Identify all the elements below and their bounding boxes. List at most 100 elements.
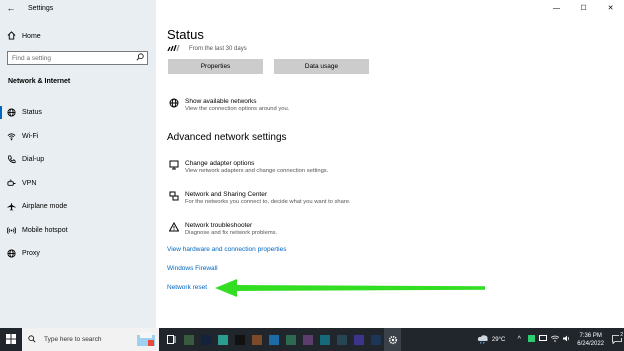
cloud-rain-icon: [477, 334, 489, 346]
display-icon[interactable]: [538, 335, 548, 344]
app-icon-2[interactable]: [197, 328, 214, 351]
notification-center-button[interactable]: 2: [610, 328, 624, 351]
app-icon-8[interactable]: [299, 328, 316, 351]
taskbar-search-text: Type here to search: [44, 336, 102, 343]
sidebar-item-label: Dial-up: [22, 156, 45, 164]
phone-icon: [0, 155, 22, 164]
app-tray-icon[interactable]: [526, 335, 536, 344]
clock-date: 6/24/2022: [577, 340, 604, 347]
maximize-button[interactable]: ☐: [570, 0, 597, 16]
annotation-arrow: [215, 279, 485, 297]
globe-icon: [0, 108, 22, 117]
search-icon: [28, 334, 36, 345]
clock-time: 7:36 PM: [579, 332, 602, 339]
page-title: Status: [167, 27, 204, 42]
news-widget-icon[interactable]: [135, 330, 157, 349]
network-icon: [168, 191, 180, 201]
sidebar-item-status[interactable]: Status: [0, 101, 156, 125]
sidebar-item-label: Proxy: [22, 250, 40, 258]
hotspot-icon: [0, 226, 22, 235]
taskbar-search-box[interactable]: Type here to search: [22, 328, 159, 351]
vpn-icon: [0, 179, 22, 188]
back-button[interactable]: ←: [0, 0, 22, 16]
sharing-desc: For the networks you connect to, decide …: [185, 199, 351, 205]
sidebar-item-wifi[interactable]: Wi-Fi: [0, 125, 156, 149]
wifi-icon: [0, 132, 22, 141]
app-icon-4[interactable]: [231, 328, 248, 351]
back-arrow-icon: ←: [6, 3, 16, 13]
settings-gear-icon[interactable]: [384, 328, 401, 351]
sidebar-item-airplane-mode[interactable]: Airplane mode: [0, 195, 156, 219]
app-icon-12[interactable]: [367, 328, 384, 351]
search-icon[interactable]: [133, 53, 147, 63]
close-button[interactable]: ✕: [597, 0, 624, 16]
sidebar-item-label: Status: [22, 109, 42, 117]
sidebar-nav: Status Wi-Fi Dial-up VPN Airplane mode M…: [0, 101, 156, 266]
title-bar: ← Settings: [0, 0, 156, 16]
task-view-icon[interactable]: [163, 328, 180, 351]
network-sharing-center[interactable]: Network and Sharing Center For the netwo…: [168, 191, 351, 205]
app-icon-11[interactable]: [350, 328, 367, 351]
troubleshooter-title: Network troubleshooter: [185, 222, 253, 229]
minimize-button[interactable]: —: [543, 0, 570, 16]
app-icon-3[interactable]: [214, 328, 231, 351]
sharing-title: Network and Sharing Center: [185, 191, 268, 198]
data-usage-button[interactable]: Data usage: [274, 59, 369, 74]
app-icon-1[interactable]: [180, 328, 197, 351]
weather-temp: 29°C: [491, 336, 506, 343]
change-adapter-options[interactable]: Change adapter options View network adap…: [168, 160, 328, 174]
show-networks-title: Show available networks: [185, 98, 257, 105]
volume-icon[interactable]: [562, 335, 572, 344]
airplane-icon: [0, 202, 22, 211]
section-title: Network & Internet: [8, 78, 71, 85]
signal-bars-icon: [167, 44, 181, 53]
chevron-up-icon[interactable]: ^: [514, 336, 524, 343]
show-available-networks[interactable]: Show available networks View the connect…: [168, 98, 289, 112]
sidebar-item-label: Wi-Fi: [22, 132, 39, 140]
sidebar-item-label: VPN: [22, 179, 37, 187]
app-icon-6[interactable]: [265, 328, 282, 351]
adapter-desc: View network adapters and change connect…: [185, 168, 329, 174]
sidebar-item-proxy[interactable]: Proxy: [0, 242, 156, 266]
home-nav-item[interactable]: Home: [0, 28, 156, 44]
properties-button[interactable]: Properties: [168, 59, 263, 74]
settings-search-input[interactable]: Find a setting: [7, 51, 148, 65]
monitor-icon: [168, 160, 180, 170]
network-reset-link[interactable]: Network reset: [167, 284, 207, 291]
data-period-row: From the last 30 days: [167, 44, 247, 53]
show-networks-desc: View the connection options around you.: [185, 106, 290, 112]
sidebar-item-label: Mobile hotspot: [22, 226, 68, 234]
globe-icon: [0, 249, 22, 258]
app-icon-5[interactable]: [248, 328, 265, 351]
sidebar-item-mobile-hotspot[interactable]: Mobile hotspot: [0, 219, 156, 243]
network-troubleshooter[interactable]: Network troubleshooter Diagnose and fix …: [168, 222, 277, 236]
data-period-text: From the last 30 days: [189, 46, 247, 52]
window-title: Settings: [28, 4, 54, 12]
adapter-title: Change adapter options: [185, 160, 255, 167]
sidebar-item-dial-up[interactable]: Dial-up: [0, 148, 156, 172]
globe-icon: [168, 98, 180, 108]
taskbar: Type here to search 29°C ^ 7:36 PM 6/24/…: [0, 328, 624, 351]
notification-icon: 2: [612, 332, 624, 345]
clock[interactable]: 7:36 PM 6/24/2022: [577, 332, 604, 348]
app-icon-10[interactable]: [333, 328, 350, 351]
app-icon-9[interactable]: [316, 328, 333, 351]
advanced-settings-heading: Advanced network settings: [167, 132, 287, 143]
home-icon: [0, 30, 22, 42]
windows-firewall-link[interactable]: Windows Firewall: [167, 265, 218, 272]
sidebar: ← Settings Home Find a setting Network &…: [0, 0, 156, 328]
search-placeholder: Find a setting: [12, 54, 52, 62]
notification-count: 2: [619, 332, 624, 338]
home-label: Home: [22, 32, 41, 40]
troubleshooter-desc: Diagnose and fix network problems.: [185, 230, 278, 236]
hardware-properties-link[interactable]: View hardware and connection properties: [167, 246, 286, 253]
taskbar-pinned-apps: [163, 328, 401, 351]
window-controls: — ☐ ✕: [543, 0, 624, 16]
system-tray: 29°C ^ 7:36 PM 6/24/2022 2: [477, 328, 624, 351]
sidebar-item-label: Airplane mode: [22, 203, 68, 211]
start-button[interactable]: [0, 328, 22, 351]
app-icon-7[interactable]: [282, 328, 299, 351]
weather-widget[interactable]: 29°C: [477, 334, 505, 346]
network-tray-icon[interactable]: [550, 335, 560, 344]
sidebar-item-vpn[interactable]: VPN: [0, 172, 156, 196]
